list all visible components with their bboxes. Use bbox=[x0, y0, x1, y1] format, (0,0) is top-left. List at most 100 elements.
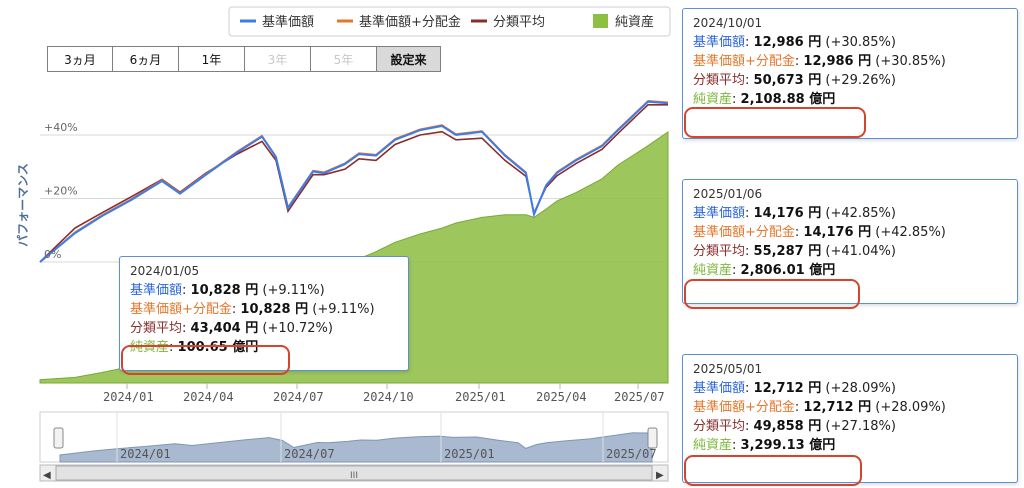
tooltip-sep: : bbox=[732, 438, 741, 453]
x-tick-label: 2025/07 bbox=[614, 390, 665, 404]
tooltip-row: 基準価額: 14,176 円 (+42.85%) bbox=[693, 204, 1007, 223]
tooltip-sep: : bbox=[745, 206, 754, 221]
tooltip-value: 55,287 円 bbox=[753, 244, 822, 259]
y-tick-label: 0% bbox=[44, 248, 61, 261]
x-tick-label: 2025/01 bbox=[455, 390, 506, 404]
tooltip-change: (+41.04%) bbox=[821, 244, 896, 259]
net-assets-highlight-circle bbox=[684, 279, 860, 309]
tooltip-key: 分類平均 bbox=[130, 321, 183, 336]
tooltip-row: 基準価額+分配金: 12,986 円 (+30.85%) bbox=[693, 52, 1007, 71]
tooltip-key: 基準価額+分配金 bbox=[693, 225, 795, 240]
navigator-label: 2025/07 bbox=[606, 447, 657, 461]
tooltip-value: 12,712 円 bbox=[753, 381, 822, 396]
tooltip-key: 分類平均 bbox=[693, 244, 746, 259]
tooltip-sep: : bbox=[182, 283, 191, 298]
tooltip-change: (+27.18%) bbox=[821, 419, 896, 434]
tooltip-row: 基準価額+分配金: 12,712 円 (+28.09%) bbox=[693, 398, 1007, 417]
tooltip-key: 基準価額 bbox=[693, 206, 746, 221]
tooltip-value: 12,712 円 bbox=[803, 400, 872, 415]
range-button-0[interactable]: 3ヵ月 bbox=[48, 47, 113, 71]
tooltip-row: 分類平均: 49,858 円 (+27.18%) bbox=[693, 417, 1007, 436]
navigator-right-handle[interactable] bbox=[647, 427, 658, 449]
tooltip-key: 純資産 bbox=[693, 263, 733, 278]
tooltip-value: 3,299.13 億円 bbox=[740, 438, 836, 453]
x-axis-ticks: 2024/01 2024/04 2024/07 2024/10 2025/01 2025/… bbox=[103, 383, 665, 404]
scroll-right-arrow[interactable]: ▶ bbox=[656, 470, 664, 481]
tooltip-change: (+30.85%) bbox=[821, 35, 896, 50]
tooltip-value: 12,986 円 bbox=[753, 35, 822, 50]
tooltip-change: (+28.09%) bbox=[821, 381, 896, 396]
tooltip-key: 分類平均 bbox=[693, 419, 746, 434]
tooltip-row: 基準価額: 10,828 円 (+9.11%) bbox=[130, 281, 398, 300]
tooltip-key: 基準価額 bbox=[693, 381, 746, 396]
tooltip-key: 純資産 bbox=[693, 92, 733, 107]
tooltip-change: (+9.11%) bbox=[308, 302, 375, 317]
range-button-5[interactable]: 設定来 bbox=[377, 47, 440, 71]
tooltip-date: 2024/01/05 bbox=[130, 264, 200, 278]
tooltip-change: (+9.11%) bbox=[258, 283, 325, 298]
range-selector: 3ヵ月 6ヵ月 1年 3年 5年 設定来 bbox=[47, 46, 441, 72]
navigator-label: 2025/01 bbox=[444, 447, 495, 461]
tooltip-change: (+42.85%) bbox=[821, 206, 896, 221]
tooltip-row: 基準価額+分配金: 14,176 円 (+42.85%) bbox=[693, 223, 1007, 242]
tooltip-sep: : bbox=[745, 419, 754, 434]
net-assets-highlight-circle bbox=[684, 107, 866, 138]
tooltip-sep: : bbox=[182, 321, 191, 336]
legend-label: 純資産 bbox=[615, 14, 654, 30]
x-tick-label: 2024/04 bbox=[183, 390, 234, 404]
range-button-3: 3年 bbox=[245, 47, 311, 71]
tooltip-key: 基準価額+分配金 bbox=[693, 54, 795, 69]
navigator-label: 2024/07 bbox=[284, 447, 335, 461]
tooltip-date: 2024/10/01 bbox=[693, 16, 763, 30]
tooltip-value: 43,404 円 bbox=[190, 321, 259, 336]
tooltip-row: 基準価額: 12,986 円 (+30.85%) bbox=[693, 33, 1007, 52]
tooltip-sep: : bbox=[732, 92, 741, 107]
tooltip-value: 10,828 円 bbox=[190, 283, 259, 298]
tooltip-sep: : bbox=[745, 73, 754, 88]
x-tick-label: 2024/07 bbox=[273, 390, 324, 404]
tooltip-key: 基準価額+分配金 bbox=[693, 400, 795, 415]
tooltip-date: 2025/01/06 bbox=[693, 187, 763, 201]
y-tick-label: +20% bbox=[44, 185, 78, 198]
tooltip-row: 基準価額: 12,712 円 (+28.09%) bbox=[693, 379, 1007, 398]
legend-label: 分類平均 bbox=[493, 15, 545, 30]
chart-legend[interactable]: 基準価額 基準価額+分配金 分類平均 純資産 bbox=[228, 6, 671, 37]
range-button-2[interactable]: 1年 bbox=[179, 47, 245, 71]
tooltip-sep: : bbox=[732, 263, 741, 278]
x-tick-label: 2024/10 bbox=[363, 390, 414, 404]
tooltip-sep: : bbox=[745, 381, 754, 396]
tooltip-row: 純資産: 3,299.13 億円 bbox=[693, 436, 1007, 455]
performance-chart: 0%+20%+40% 2024/01 2024/04 2024/07 2024/10 2… bbox=[16, 6, 671, 482]
range-button-1[interactable]: 6ヵ月 bbox=[113, 47, 179, 71]
tooltip-value: 2,806.01 億円 bbox=[740, 263, 836, 278]
tooltip-sep: : bbox=[745, 244, 754, 259]
tooltip-value: 49,858 円 bbox=[753, 419, 822, 434]
tooltip-value: 2,108.88 億円 bbox=[740, 92, 836, 107]
net-assets-highlight-circle bbox=[684, 455, 862, 486]
scrollbar-grip: III bbox=[350, 471, 358, 481]
tooltip-date: 2025/05/01 bbox=[693, 362, 763, 376]
y-axis-label: パフォーマンス bbox=[16, 163, 30, 247]
tooltip-sep: : bbox=[745, 35, 754, 50]
tooltip-value: 10,828 円 bbox=[240, 302, 309, 317]
tooltip-row: 基準価額+分配金: 10,828 円 (+9.11%) bbox=[130, 300, 398, 319]
navigator-left-handle[interactable] bbox=[53, 427, 64, 449]
tooltip-change: (+10.72%) bbox=[258, 321, 333, 336]
tooltip-value: 50,673 円 bbox=[753, 73, 822, 88]
range-button-4: 5年 bbox=[311, 47, 377, 71]
navigator-label: 2024/01 bbox=[120, 447, 171, 461]
tooltip-row: 分類平均: 43,404 円 (+10.72%) bbox=[130, 319, 398, 338]
legend-label: 基準価額+分配金 bbox=[359, 14, 461, 30]
net-assets-highlight-circle bbox=[121, 345, 290, 375]
scroll-left-arrow[interactable]: ◀ bbox=[43, 470, 51, 481]
tooltip-value: 14,176 円 bbox=[803, 225, 872, 240]
tooltip-row: 純資産: 2,806.01 億円 bbox=[693, 261, 1007, 280]
tooltip-key: 純資産 bbox=[693, 438, 733, 453]
legend-swatch-net-assets bbox=[593, 14, 608, 28]
range-navigator[interactable]: 2024/01 2024/07 2025/01 2025/07 ◀ ▶ III bbox=[39, 411, 669, 482]
tooltip-change: (+42.85%) bbox=[871, 225, 946, 240]
tooltip-row: 分類平均: 55,287 円 (+41.04%) bbox=[693, 242, 1007, 261]
tooltip-value: 14,176 円 bbox=[753, 206, 822, 221]
y-axis-ticks: 0% +20% +40% bbox=[44, 121, 78, 261]
tooltip-row: 分類平均: 50,673 円 (+29.26%) bbox=[693, 71, 1007, 90]
